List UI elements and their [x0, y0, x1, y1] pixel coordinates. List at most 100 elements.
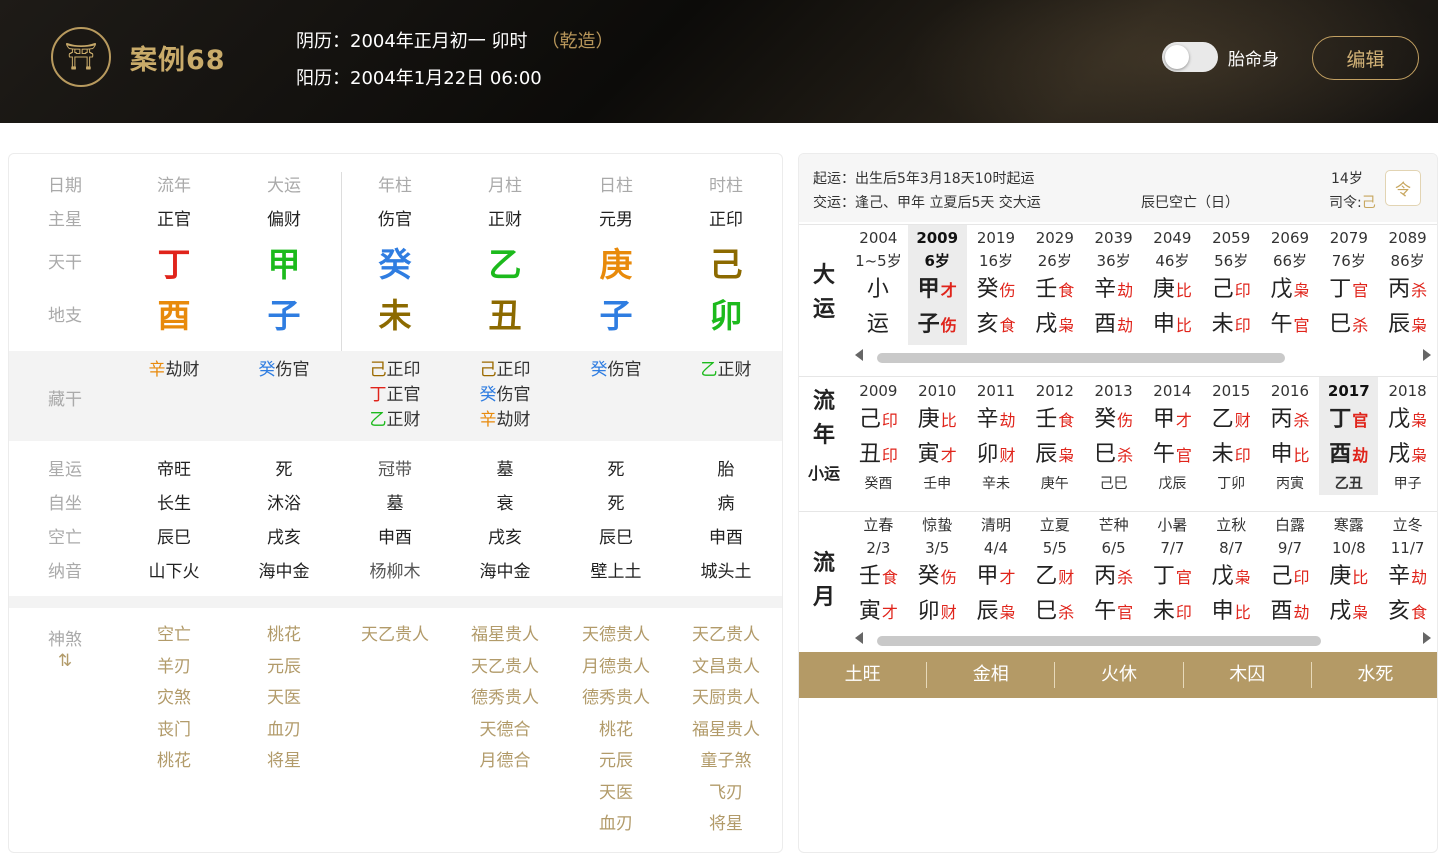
scroll-right-icon[interactable]: [1423, 349, 1431, 361]
shensha-item[interactable]: 天厨贵人: [671, 683, 781, 715]
liunian-year: 2017: [1327, 382, 1370, 400]
shensha-item[interactable]: 丧门: [119, 715, 229, 747]
qiyun-info: 起运：出生后5年3月18天10时起运 交运：逢己、甲年 立夏后5天 交大运 辰巳…: [799, 154, 1437, 222]
liuyue-column[interactable]: 寒露 10/8 庚比 戌枭: [1319, 512, 1378, 630]
hidden-stems: 辛劫财: [119, 358, 229, 383]
ganzhi: 酉劫: [1261, 595, 1320, 630]
dayun-column[interactable]: 2029 26岁 壬食 戌枭: [1025, 225, 1084, 345]
shensha-item[interactable]: 飞刃: [671, 778, 781, 810]
tiangan: 庚: [599, 245, 633, 284]
dayun-year: 2039: [1094, 229, 1133, 247]
scroll-right-icon[interactable]: [1423, 632, 1431, 644]
ganzhi: 申比: [1143, 308, 1202, 343]
shensha-item[interactable]: 灾煞: [119, 683, 229, 715]
shensha-item[interactable]: 天德合: [450, 715, 560, 747]
ten-god: 食: [1058, 281, 1075, 300]
shensha-item[interactable]: 桃花: [119, 746, 229, 778]
shensha-item[interactable]: 天德贵人: [561, 620, 671, 652]
dayun-age: 6岁: [924, 252, 950, 270]
liuyue-column[interactable]: 小暑 7/7 丁官 未印: [1143, 512, 1202, 630]
ganzhi: 寅才: [908, 438, 967, 473]
shensha-item[interactable]: 元辰: [229, 652, 339, 684]
shensha-item[interactable]: 福星贵人: [671, 715, 781, 747]
dayun-column[interactable]: 2059 56岁 己印 未印: [1202, 225, 1261, 345]
liunian-year: 2015: [1212, 382, 1251, 400]
dayun-column[interactable]: 2049 46岁 庚比 申比: [1143, 225, 1202, 345]
dayun-column[interactable]: 2079 76岁 丁官 巳杀: [1319, 225, 1378, 345]
shensha-item[interactable]: 桃花: [561, 715, 671, 747]
shensha-item[interactable]: 血刃: [229, 715, 339, 747]
dayun-column[interactable]: 2004 1~5岁小运: [849, 225, 908, 345]
liunian-column[interactable]: 2015 乙财 未印 丁卯: [1202, 377, 1261, 495]
shensha-item[interactable]: 元辰: [561, 746, 671, 778]
edit-button[interactable]: 编辑: [1312, 36, 1419, 80]
ganzhi: 辛劫: [967, 403, 1026, 438]
shensha-item[interactable]: 德秀贵人: [561, 683, 671, 715]
shensha-item[interactable]: 天医: [561, 778, 671, 810]
dayun-column[interactable]: 2089 86岁 丙杀 辰枭: [1378, 225, 1437, 345]
ten-god: 枭: [1293, 281, 1310, 300]
ganzhi-char: 己: [858, 407, 881, 432]
shensha-item[interactable]: 德秀贵人: [450, 683, 560, 715]
horizontal-scrollbar[interactable]: [849, 632, 1437, 646]
shensha-item[interactable]: 天医: [229, 683, 339, 715]
shensha-item[interactable]: 羊刃: [119, 652, 229, 684]
ganzhi-char: 壬: [1035, 277, 1058, 302]
shensha-item[interactable]: 桃花: [229, 620, 339, 652]
liunian-year: 2009: [859, 382, 898, 400]
shensha-item[interactable]: 将星: [229, 746, 339, 778]
liuyue-column[interactable]: 白露 9/7 己印 酉劫: [1261, 512, 1320, 630]
dayun-column[interactable]: 2069 66岁 戊枭 午官: [1261, 225, 1320, 345]
dayun-year: 2089: [1388, 229, 1427, 247]
shensha-sort-icon[interactable]: ⇅: [29, 651, 101, 671]
shensha-item[interactable]: 血刃: [561, 809, 671, 841]
liuyue-column[interactable]: 清明 4/4 甲才 辰枭: [967, 512, 1026, 630]
scroll-thumb[interactable]: [877, 353, 1285, 363]
liuyue-column[interactable]: 立冬 11/7 辛劫 亥食: [1378, 512, 1437, 630]
shensha-item[interactable]: 空亡: [119, 620, 229, 652]
shensha-item[interactable]: 天乙贵人: [340, 620, 450, 652]
scroll-left-icon[interactable]: [855, 349, 863, 361]
scroll-left-icon[interactable]: [855, 632, 863, 644]
ganzhi-char: 庚: [1152, 277, 1175, 302]
xiaoyun: 甲子: [1393, 476, 1422, 492]
ganzhi: 申比: [1261, 438, 1320, 473]
liuyue-column[interactable]: 立秋 8/7 戊枭 申比: [1202, 512, 1261, 630]
liunian-column[interactable]: 2018 戊枭 戌枭 甲子: [1378, 377, 1437, 495]
shensha-item[interactable]: 文昌贵人: [671, 652, 781, 684]
liuyue-column[interactable]: 芒种 6/5 丙杀 午官: [1084, 512, 1143, 630]
shensha-item[interactable]: 天乙贵人: [671, 620, 781, 652]
ganzhi-char: 甲: [1152, 407, 1175, 432]
liunian-column[interactable]: 2013 癸伤 巳杀 己巳: [1084, 377, 1143, 495]
taiming-toggle[interactable]: [1162, 42, 1218, 72]
siling-label: 司令:: [1329, 195, 1362, 211]
shensha-item[interactable]: 天乙贵人: [450, 652, 560, 684]
liuyue-column[interactable]: 立夏 5/5 乙财 巳杀: [1025, 512, 1084, 630]
ganzhi-char: 午: [1094, 599, 1117, 624]
ganzhi-char: 运: [866, 312, 889, 337]
ganzhi-char: 午: [1270, 312, 1293, 337]
dayun-column[interactable]: 2039 36岁 辛劫 酉劫: [1084, 225, 1143, 345]
liuyue-column[interactable]: 立春 2/3 壬食 寅才: [849, 512, 908, 630]
shensha-item[interactable]: 将星: [671, 809, 781, 841]
ten-god: 比: [1175, 281, 1192, 300]
shensha-item[interactable]: 福星贵人: [450, 620, 560, 652]
scroll-thumb[interactable]: [877, 636, 1321, 646]
liunian-column[interactable]: 2017 丁官 酉劫 乙丑: [1319, 377, 1379, 495]
liuyue-column[interactable]: 惊蛰 3/5 癸伤 卯财: [908, 512, 967, 630]
liunian-column[interactable]: 2012 壬食 辰枭 庚午: [1025, 377, 1084, 495]
liunian-column[interactable]: 2014 甲才 午官 戊辰: [1143, 377, 1202, 495]
shensha-item[interactable]: 童子煞: [671, 746, 781, 778]
dizhi: 子: [267, 296, 301, 335]
liunian-column[interactable]: 2016 丙杀 申比 丙寅: [1261, 377, 1320, 495]
horizontal-scrollbar[interactable]: [849, 349, 1437, 363]
liunian-column[interactable]: 2009 己印 丑印 癸酉: [849, 377, 908, 495]
dayun-column[interactable]: 2009 6岁 甲才 子伤: [907, 225, 967, 345]
calendar-icon[interactable]: 令: [1385, 170, 1421, 206]
liunian-column[interactable]: 2011 辛劫 卯财 辛未: [967, 377, 1026, 495]
shensha-item[interactable]: 月德合: [450, 746, 560, 778]
liunian-column[interactable]: 2010 庚比 寅才 壬申: [908, 377, 967, 495]
shensha-item[interactable]: 月德贵人: [561, 652, 671, 684]
nayin: 壁上土: [590, 562, 642, 582]
dayun-column[interactable]: 2019 16岁 癸伤 亥食: [967, 225, 1026, 345]
